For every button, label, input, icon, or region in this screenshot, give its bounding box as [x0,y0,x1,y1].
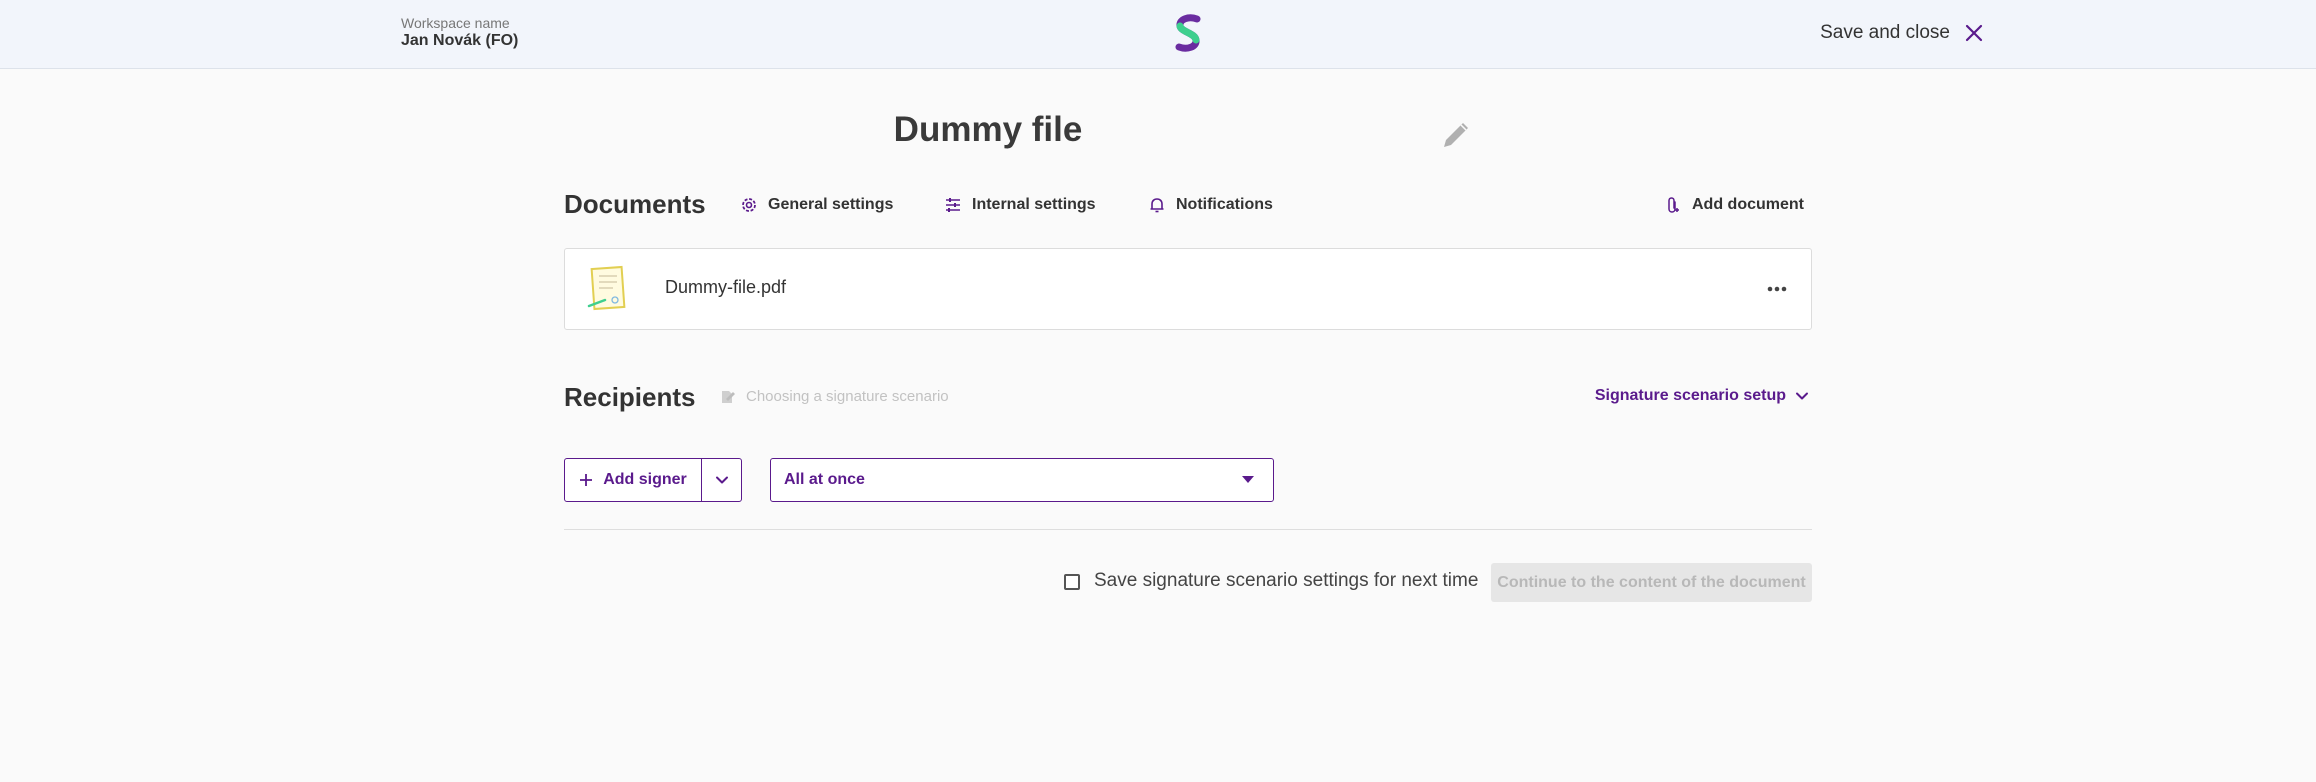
document-sign-icon [722,390,735,403]
signing-order-select[interactable]: All at once [770,458,1274,502]
save-settings-checkbox[interactable] [1064,574,1080,590]
document-row[interactable]: Dummy-file.pdf [564,248,1812,330]
signature-scenario-hint-label: Choosing a signature scenario [746,388,949,405]
chevron-down-icon [1796,392,1808,400]
save-settings-label[interactable]: Save signature scenario settings for nex… [1094,570,1478,592]
section-divider [564,529,1812,530]
signing-order-value: All at once [784,471,865,488]
document-name: Dummy-file.pdf [665,277,787,297]
tab-internal-settings[interactable]: Internal settings [944,192,1096,218]
signature-scenario-setup-label: Signature scenario setup [1594,387,1786,404]
add-signer-button[interactable]: Add signer [565,459,702,501]
signature-scenario-hint: Choosing a signature scenario [720,388,949,405]
bell-icon [1150,198,1164,213]
recipients-heading: Recipients [564,382,696,412]
save-and-close-label: Save and close [1820,22,1950,43]
close-icon [1965,24,1983,42]
app-logo-icon [1175,14,1201,52]
signature-scenario-setup-button[interactable]: Signature scenario setup [1595,387,1810,405]
documents-heading: Documents [564,189,706,219]
caret-down-icon [1242,476,1254,483]
more-options-icon[interactable] [1765,277,1789,301]
add-signer-split-button: Add signer [564,458,742,502]
tab-general-settings-label: General settings [768,196,894,213]
paperclip-icon [1668,197,1679,213]
gear-icon [742,198,756,212]
add-signer-dropdown-button[interactable] [702,459,741,501]
add-document-label: Add document [1692,196,1804,213]
add-document-button[interactable]: Add document [1664,192,1804,218]
workspace-name: Jan Novák (FO) [401,32,519,49]
page-title: Dummy file [893,110,1083,149]
tab-general-settings[interactable]: General settings [740,192,893,218]
tab-internal-settings-label: Internal settings [972,196,1096,213]
document-thumbnail-icon [587,265,626,311]
add-signer-label: Add signer [603,471,687,488]
save-and-close-button[interactable]: Save and close [1820,18,1984,48]
chevron-down-icon [715,476,728,484]
sliders-icon [946,198,960,212]
pencil-icon[interactable] [1439,118,1473,152]
top-bar: Workspace name Jan Novák (FO) Save and c… [0,0,2316,69]
workspace-label: Workspace name [401,15,510,31]
tab-notifications[interactable]: Notifications [1148,192,1273,218]
continue-button[interactable]: Continue to the content of the document [1491,563,1812,602]
plus-icon [580,474,593,486]
tab-notifications-label: Notifications [1176,196,1273,213]
